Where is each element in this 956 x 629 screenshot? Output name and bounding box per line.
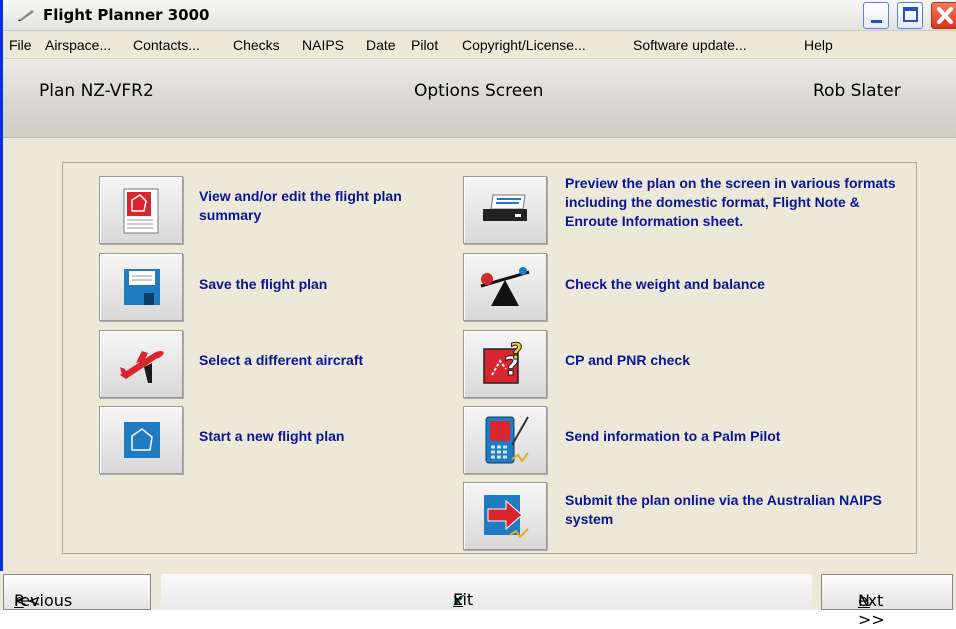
- new-plan-icon: [124, 422, 160, 458]
- next-button[interactable]: Next >>: [821, 574, 953, 629]
- cp-pnr-check-button[interactable]: ? ?: [463, 330, 547, 398]
- menu-checks[interactable]: Checks: [233, 37, 280, 53]
- user-name: Rob Slater: [813, 81, 901, 101]
- weight-balance-label: Check the weight and balance: [565, 276, 765, 292]
- printer-icon: [483, 194, 527, 221]
- header-band: Plan NZ-VFR2 Options Screen Rob Slater: [3, 59, 956, 138]
- menu-airspace[interactable]: Airspace...: [45, 37, 111, 53]
- menu-help[interactable]: Help: [804, 37, 833, 53]
- cp-pnr-check-label: CP and PNR check: [565, 352, 691, 368]
- save-plan-label: Save the flight plan: [199, 276, 328, 292]
- view-edit-summary-label: View and/or edit the flight plan summary: [199, 188, 402, 223]
- pencil-icon: [18, 10, 34, 21]
- previous-button[interactable]: << Previous: [3, 574, 151, 610]
- menu-software-update[interactable]: Software update...: [633, 37, 747, 53]
- minimize-button[interactable]: [863, 2, 889, 29]
- screen-title: Options Screen: [414, 81, 544, 101]
- submit-arrow-icon: [484, 495, 529, 539]
- seesaw-icon: [480, 267, 530, 306]
- title-bar: Flight Planner 3000: [3, 0, 956, 31]
- plan-name: Plan NZ-VFR2: [39, 81, 154, 101]
- exit-button[interactable]: ✔ Exit: [161, 574, 812, 610]
- maximize-icon: [903, 7, 918, 22]
- menu-pilot[interactable]: Pilot: [411, 37, 438, 53]
- document-icon: [123, 188, 159, 234]
- select-aircraft-label: Select a different aircraft: [199, 352, 364, 368]
- minimize-icon: [871, 20, 882, 23]
- menu-file[interactable]: File: [9, 37, 32, 53]
- menu-date[interactable]: Date: [366, 37, 396, 53]
- save-plan-button[interactable]: [99, 253, 183, 321]
- airplane-icon: [120, 351, 164, 383]
- submit-naips-label: Submit the plan online via the Australia…: [565, 492, 882, 527]
- question-map-icon: ? ?: [483, 340, 523, 384]
- menu-bar: File Airspace... Contacts... Checks NAIP…: [3, 31, 956, 59]
- svg-text:?: ?: [510, 340, 523, 365]
- preview-plan-label: Preview the plan on the screen in variou…: [565, 175, 896, 229]
- maximize-button[interactable]: [897, 2, 923, 29]
- submit-naips-button[interactable]: [463, 482, 547, 550]
- window-title: Flight Planner 3000: [43, 6, 210, 24]
- close-icon: [937, 7, 953, 24]
- select-aircraft-button[interactable]: [99, 330, 183, 398]
- palm-device-icon: [485, 416, 529, 464]
- close-button[interactable]: [931, 2, 956, 29]
- floppy-disk-icon: [124, 269, 160, 305]
- new-plan-button[interactable]: [99, 406, 183, 474]
- menu-contacts[interactable]: Contacts...: [133, 37, 200, 53]
- palm-pilot-button[interactable]: [463, 406, 547, 474]
- view-edit-summary-button[interactable]: [99, 176, 183, 244]
- preview-plan-button[interactable]: [463, 176, 547, 244]
- menu-copyright-license[interactable]: Copyright/License...: [462, 37, 586, 53]
- palm-pilot-label: Send information to a Palm Pilot: [565, 428, 781, 444]
- weight-balance-button[interactable]: [463, 253, 547, 321]
- new-plan-label: Start a new flight plan: [199, 428, 345, 444]
- menu-naips[interactable]: NAIPS: [302, 37, 344, 53]
